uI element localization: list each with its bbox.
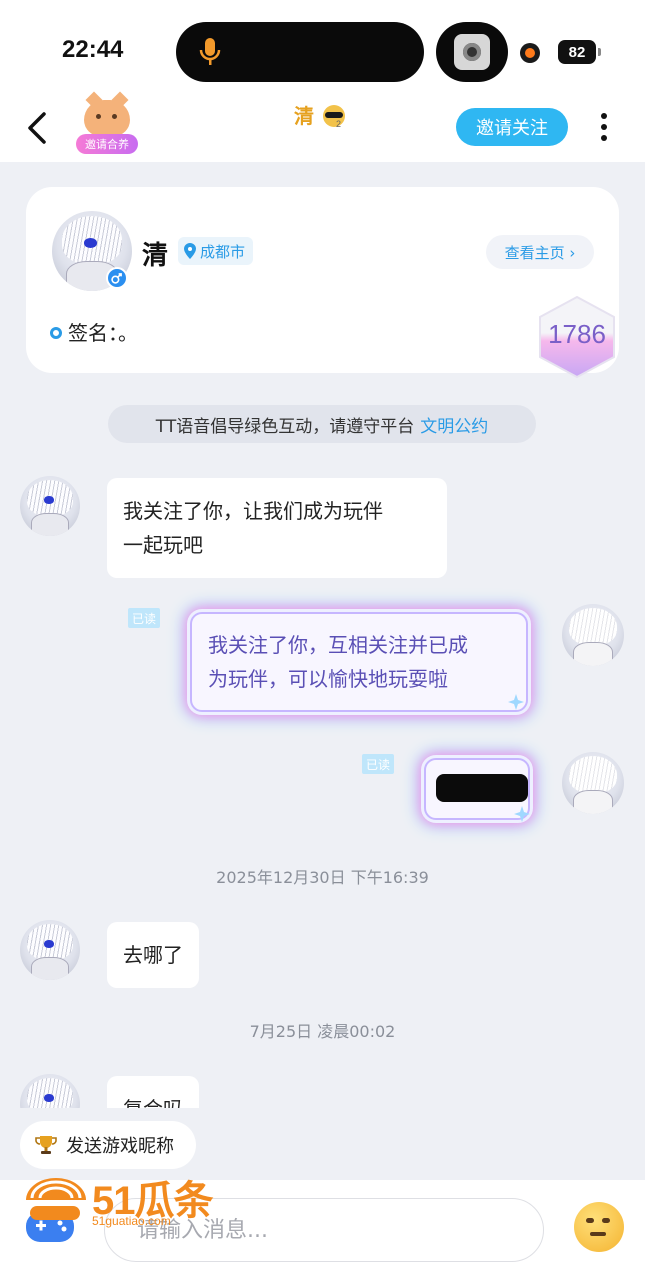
sunglasses-badge-icon: 2	[323, 105, 345, 129]
message-line: 我关注了你，互相关注并已成	[208, 633, 468, 657]
more-options-icon[interactable]	[598, 110, 610, 146]
status-bar: 22:44 82	[0, 0, 645, 100]
message-timestamp: 7月25日 凌晨00:02	[249, 1022, 396, 1041]
recording-indicator-icon	[520, 43, 540, 63]
message-line: 我关注了你，让我们成为玩伴	[123, 499, 383, 523]
sparkle-icon	[514, 806, 530, 822]
view-homepage-button[interactable]: 查看主页 ›	[486, 235, 594, 269]
trophy-icon	[35, 1136, 57, 1154]
civility-pact-link[interactable]: 文明公约	[420, 412, 488, 437]
dynamic-island	[176, 22, 424, 82]
battery-indicator: 82	[558, 40, 601, 64]
message-line: 为玩伴，可以愉快地玩耍啦	[208, 667, 448, 691]
male-gender-icon	[106, 267, 128, 289]
message-line: 一起玩吧	[123, 533, 203, 557]
incoming-message[interactable]: 去哪了	[107, 922, 199, 988]
my-avatar[interactable]	[562, 752, 624, 814]
quick-reply-label: 发送游戏昵称	[66, 1136, 174, 1157]
location-chip: 成都市	[178, 237, 254, 265]
svg-text:2: 2	[336, 119, 341, 129]
profile-card: 清 成都市 查看主页 › 签名：。 1786	[26, 187, 619, 379]
status-time: 22:44	[62, 36, 124, 63]
notice-text: TT语音倡导绿色互动，请遵守平台	[155, 416, 415, 437]
gamepad-icon[interactable]	[24, 1198, 76, 1250]
sender-avatar[interactable]	[20, 920, 80, 980]
message-timestamp: 2025年12月30日 下午16:39	[216, 868, 429, 887]
pet-cat-icon	[84, 100, 130, 136]
location-pin-icon	[184, 243, 196, 259]
chat-message-list[interactable]: 清 成都市 查看主页 › 签名：。 1786 TT语音倡导绿色互动，请遵守平台 …	[0, 162, 645, 1108]
app-thumbnail-icon	[454, 34, 490, 70]
signature-text: 签名：。	[68, 321, 138, 345]
sender-avatar[interactable]	[20, 1074, 80, 1108]
incoming-message[interactable]: 我关注了你，让我们成为玩伴 一起玩吧	[107, 478, 447, 578]
dynamic-island-app	[436, 22, 508, 82]
emoji-thinking-icon[interactable]	[574, 1202, 624, 1252]
outgoing-message[interactable]: 我关注了你，互相关注并已成 为玩伴，可以愉快地玩耍啦	[190, 612, 528, 712]
message-input[interactable]	[104, 1198, 544, 1262]
level-number: 1786	[548, 319, 606, 349]
signature-dot-icon	[50, 327, 62, 339]
location-text: 成都市	[200, 242, 246, 261]
my-avatar[interactable]	[562, 604, 624, 666]
incoming-message[interactable]: 复合吗	[107, 1076, 199, 1108]
profile-name: 清	[142, 241, 169, 271]
back-arrow-icon[interactable]	[22, 110, 54, 146]
sender-avatar[interactable]	[20, 476, 80, 536]
sparkle-icon	[508, 694, 524, 710]
platform-notice: TT语音倡导绿色互动，请遵守平台 文明公约	[108, 405, 536, 443]
message-input-bar	[0, 1180, 645, 1280]
invite-pet-label: 邀请合养	[76, 134, 138, 154]
microphone-icon	[199, 38, 221, 65]
invite-pet-button[interactable]: 邀请合养	[76, 100, 138, 156]
chat-title: 清	[294, 104, 314, 128]
redaction-block	[436, 774, 528, 802]
chat-header: 邀请合养 清 2 邀请关注	[0, 100, 645, 162]
read-receipt-badge: 已读	[362, 754, 395, 774]
invite-follow-button[interactable]: 邀请关注	[456, 108, 568, 146]
read-receipt-badge: 已读	[128, 608, 161, 628]
send-game-nickname-button[interactable]: 发送游戏昵称	[20, 1121, 196, 1169]
